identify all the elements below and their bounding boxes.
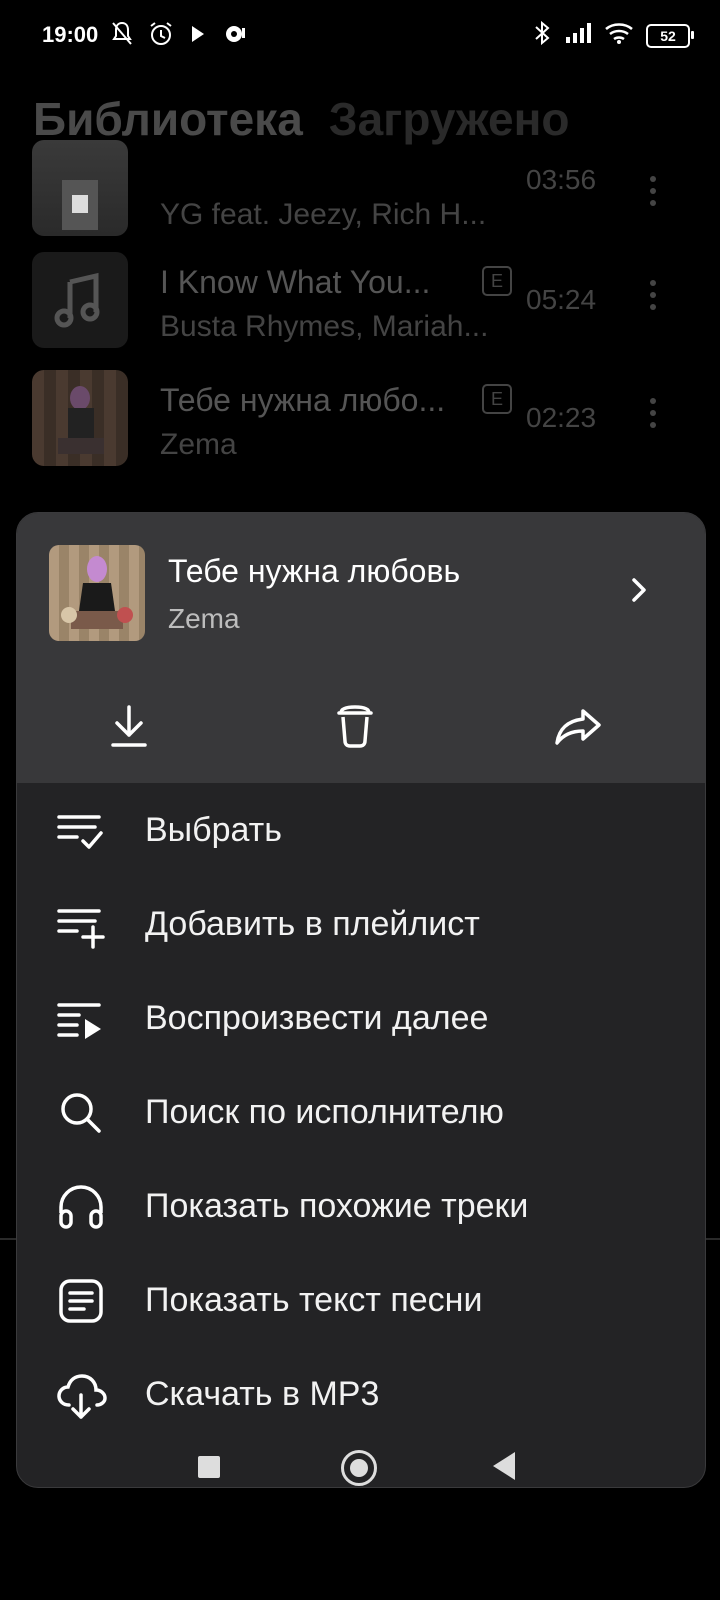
sheet-track-artist[interactable]: Zema bbox=[168, 603, 240, 635]
chevron-right-icon[interactable] bbox=[629, 575, 649, 605]
delete-button[interactable] bbox=[327, 699, 383, 755]
menu-item-label: Показать похожие треки bbox=[145, 1187, 529, 1225]
menu-item-play-next[interactable]: Воспроизвести далее bbox=[17, 971, 705, 1067]
share-button[interactable] bbox=[551, 699, 607, 755]
menu-item-label: Показать текст песни bbox=[145, 1281, 483, 1319]
sheet-track-title[interactable]: Тебе нужна любовь bbox=[168, 553, 460, 590]
track-artist: YG feat. Jeezy, Rich H... bbox=[160, 198, 487, 231]
track-row[interactable]: I Know What You... E Busta Rhymes, Maria… bbox=[32, 252, 682, 350]
navigation-bar bbox=[0, 1500, 720, 1600]
menu-item-label: Воспроизвести далее bbox=[145, 999, 489, 1037]
back-button[interactable] bbox=[493, 1452, 515, 1480]
signal-icon bbox=[564, 21, 592, 50]
track-artist: Zema bbox=[160, 428, 237, 461]
track-options-sheet: Тебе нужна любовь Zema Выбрать Добавить … bbox=[16, 512, 706, 1488]
status-right-icons: 52 bbox=[532, 20, 694, 51]
track-duration: 05:24 bbox=[526, 284, 597, 315]
track-row[interactable]: YG feat. Jeezy, Rich H... 03:56 bbox=[32, 140, 682, 238]
menu-item-label: Добавить в плейлист bbox=[145, 905, 480, 943]
more-icon[interactable] bbox=[650, 398, 656, 428]
track-cover bbox=[32, 252, 128, 348]
battery-level: 52 bbox=[660, 27, 676, 44]
menu-item-download-mp3[interactable]: Скачать в MP3 bbox=[17, 1347, 705, 1443]
search-icon bbox=[55, 1087, 107, 1139]
bluetooth-icon bbox=[532, 20, 552, 51]
alarm-icon bbox=[148, 20, 174, 53]
play-next-icon bbox=[55, 993, 107, 1045]
lyrics-icon bbox=[55, 1275, 107, 1327]
more-icon[interactable] bbox=[650, 280, 656, 310]
menu-item-label: Выбрать bbox=[145, 811, 282, 849]
track-cover bbox=[32, 140, 128, 236]
music-note-icon bbox=[54, 272, 100, 328]
sheet-header: Тебе нужна любовь Zema bbox=[17, 513, 705, 783]
tab-downloaded[interactable]: Загружено bbox=[329, 92, 570, 146]
menu-item-select[interactable]: Выбрать bbox=[17, 783, 705, 879]
track-title: Тебе нужна любо... bbox=[160, 382, 446, 418]
wifi-icon bbox=[604, 21, 634, 50]
cloud-download-icon bbox=[55, 1369, 107, 1421]
track-duration: 02:23 bbox=[526, 402, 597, 433]
menu-item-label: Скачать в MP3 bbox=[145, 1375, 380, 1413]
library-tabs: Библиотека Загружено bbox=[33, 92, 569, 146]
home-button[interactable] bbox=[341, 1450, 377, 1486]
playlist-add-icon bbox=[55, 899, 107, 951]
more-icon[interactable] bbox=[650, 176, 656, 206]
recents-button[interactable] bbox=[198, 1456, 220, 1478]
track-row[interactable]: Тебе нужна любо... E Zema 02:23 bbox=[32, 370, 682, 468]
menu-item-add-to-playlist[interactable]: Добавить в плейлист bbox=[17, 877, 705, 973]
track-duration: 03:56 bbox=[526, 164, 597, 195]
download-button[interactable] bbox=[101, 699, 157, 755]
menu-item-search-artist[interactable]: Поиск по исполнителю bbox=[17, 1065, 705, 1161]
menu-item-label: Поиск по исполнителю bbox=[145, 1093, 504, 1131]
list-check-icon bbox=[55, 805, 107, 857]
track-title: I Know What You... bbox=[160, 264, 431, 300]
menu-item-similar-tracks[interactable]: Показать похожие треки bbox=[17, 1159, 705, 1255]
track-cover bbox=[49, 545, 145, 641]
download-icon bbox=[111, 705, 147, 747]
status-left-icons bbox=[110, 20, 248, 53]
status-time: 19:00 bbox=[42, 22, 99, 47]
menu-item-lyrics[interactable]: Показать текст песни bbox=[17, 1253, 705, 1349]
bell-off-icon bbox=[110, 20, 134, 53]
tab-library[interactable]: Библиотека bbox=[33, 92, 303, 146]
track-artist: Busta Rhymes, Mariah... bbox=[160, 310, 489, 343]
track-cover bbox=[32, 370, 128, 466]
battery-icon: 52 bbox=[646, 23, 694, 48]
share-icon bbox=[555, 709, 601, 745]
headphones-icon bbox=[55, 1181, 107, 1233]
explicit-badge: E bbox=[482, 266, 512, 296]
status-bar: 19:00 52 bbox=[0, 0, 720, 70]
explicit-badge: E bbox=[482, 384, 512, 414]
media-icon bbox=[222, 20, 248, 53]
delete-icon bbox=[337, 705, 373, 748]
play-icon bbox=[188, 20, 208, 53]
